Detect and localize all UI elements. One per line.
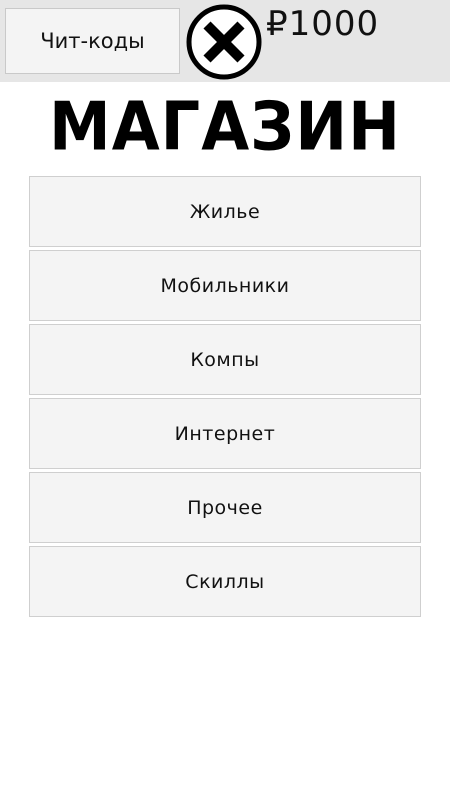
cheat-codes-button[interactable]: Чит-коды	[5, 8, 180, 74]
shop-menu: Жилье Мобильники Компы Интернет Прочее С…	[29, 176, 421, 620]
menu-item-phones[interactable]: Мобильники	[29, 250, 421, 321]
menu-item-other[interactable]: Прочее	[29, 472, 421, 543]
money-balance: ₽1000	[266, 4, 380, 44]
top-bar: Чит-коды ₽1000	[0, 0, 450, 82]
page-title: МАГАЗИН	[49, 87, 401, 166]
menu-item-internet[interactable]: Интернет	[29, 398, 421, 469]
menu-item-housing[interactable]: Жилье	[29, 176, 421, 247]
close-icon	[186, 4, 262, 80]
close-button[interactable]	[185, 3, 263, 81]
menu-item-skills[interactable]: Скиллы	[29, 546, 421, 617]
menu-item-computers[interactable]: Компы	[29, 324, 421, 395]
